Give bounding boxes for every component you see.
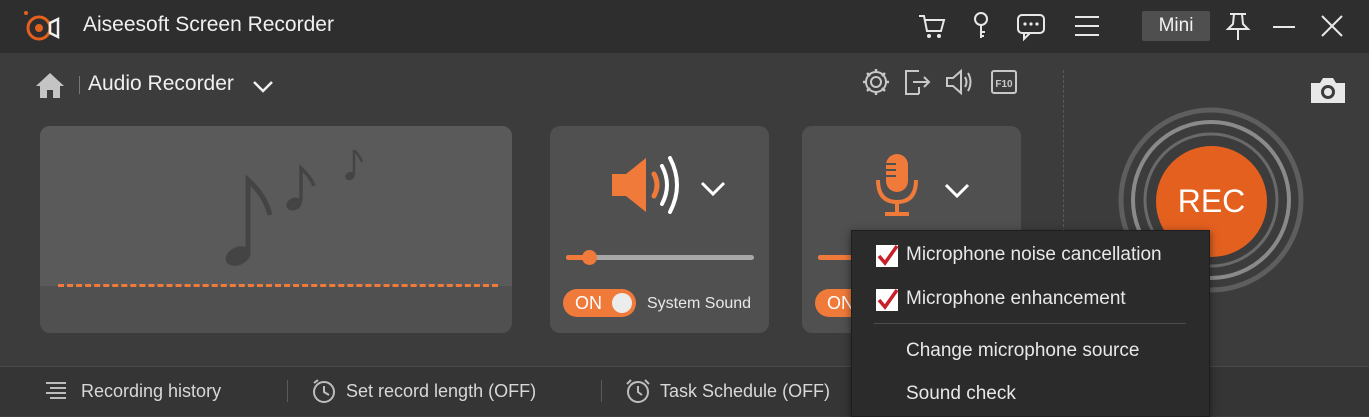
microphone-chevron-down-icon[interactable] <box>942 178 972 202</box>
pin-icon[interactable] <box>1222 10 1254 42</box>
speaker-icon[interactable] <box>608 152 684 218</box>
list-icon[interactable] <box>42 377 70 405</box>
footer-separator <box>601 380 602 402</box>
key-icon[interactable] <box>965 10 997 42</box>
app-logo-icon <box>24 11 60 41</box>
timer-icon[interactable] <box>310 377 338 405</box>
recording-history-link[interactable]: Recording history <box>81 381 221 402</box>
microphone-toggle-label: ON <box>827 293 854 313</box>
toggle-knob <box>612 293 632 313</box>
checkbox-checked-icon[interactable] <box>875 288 899 312</box>
menu-item-label: Sound check <box>906 383 1016 404</box>
export-icon[interactable] <box>901 67 931 97</box>
f10-hotkey-icon[interactable]: F10 <box>989 67 1019 97</box>
settings-icon[interactable] <box>861 67 891 97</box>
mode-title[interactable]: Audio Recorder <box>88 72 234 96</box>
home-icon[interactable] <box>34 70 66 100</box>
menu-item-change-source[interactable]: Change microphone source <box>852 331 1209 371</box>
menu-item-label: Change microphone source <box>906 340 1140 361</box>
system-volume-knob[interactable] <box>581 250 597 265</box>
menu-item-sound-check[interactable]: Sound check <box>852 374 1209 414</box>
menu-item-label: Microphone noise cancellation <box>906 244 1162 265</box>
svg-text:F10: F10 <box>995 79 1013 90</box>
camera-icon[interactable] <box>1308 74 1348 106</box>
app-title: Aiseesoft Screen Recorder <box>83 13 334 36</box>
alarm-clock-icon[interactable] <box>624 377 652 405</box>
volume-icon[interactable] <box>944 67 974 97</box>
set-record-length-link[interactable]: Set record length (OFF) <box>346 381 536 402</box>
checkbox-checked-icon[interactable] <box>875 244 899 268</box>
music-notes-icon <box>225 150 364 266</box>
microphone-options-menu: Microphone noise cancellation Microphone… <box>851 230 1210 417</box>
mini-button[interactable]: Mini <box>1142 11 1210 41</box>
feedback-icon[interactable] <box>1015 10 1047 42</box>
microphone-icon[interactable] <box>872 152 922 220</box>
chevron-down-icon[interactable] <box>250 76 276 96</box>
task-schedule-link[interactable]: Task Schedule (OFF) <box>660 381 830 402</box>
footer-separator <box>287 380 288 402</box>
menu-separator <box>874 323 1186 324</box>
system-sound-toggle-label: ON <box>575 293 602 313</box>
waveform-baseline <box>58 284 498 287</box>
minimize-icon[interactable] <box>1268 10 1300 42</box>
menu-item-noise-cancellation[interactable]: Microphone noise cancellation <box>852 235 1209 275</box>
close-icon[interactable] <box>1316 10 1348 42</box>
system-volume-slider[interactable] <box>566 250 754 265</box>
cart-icon[interactable] <box>916 10 948 42</box>
system-sound-chevron-down-icon[interactable] <box>698 176 728 200</box>
menu-item-enhancement[interactable]: Microphone enhancement <box>852 279 1209 319</box>
system-sound-toggle[interactable]: ON <box>563 289 636 317</box>
system-sound-label: System Sound <box>647 295 752 312</box>
menu-icon[interactable] <box>1071 10 1103 42</box>
breadcrumb-separator <box>79 76 80 94</box>
menu-item-label: Microphone enhancement <box>906 288 1126 309</box>
